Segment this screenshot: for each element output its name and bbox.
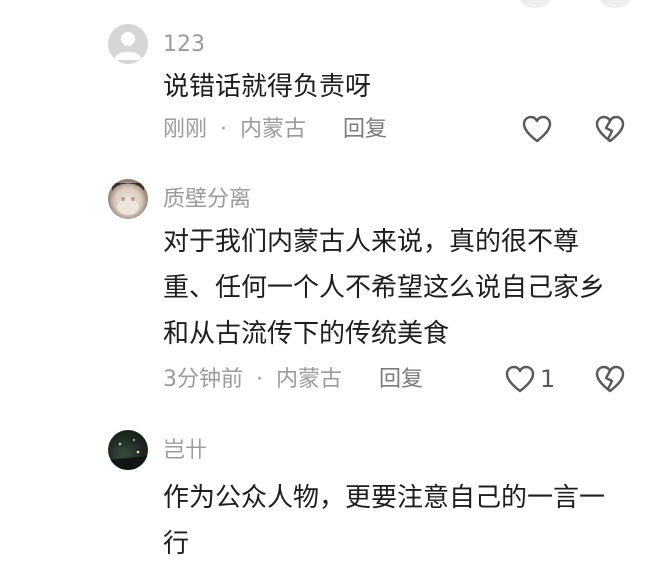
comment-text-line: 和从古流传下的传统美食: [163, 319, 450, 349]
comment-username[interactable]: 质壁分离: [163, 189, 251, 211]
comment-text-line: 行: [163, 529, 190, 559]
comment-text-line: 对于我们内蒙古人来说，真的很不尊: [163, 227, 580, 257]
broken-heart-icon: [595, 115, 625, 143]
user-avatar[interactable]: [108, 179, 148, 219]
dislike-button[interactable]: [594, 114, 626, 148]
cropped-icon-fragment: [518, 0, 552, 8]
like-button[interactable]: 1: [504, 364, 555, 394]
comment-text: 对于我们内蒙古人来说，真的很不尊 重、任何一个人不希望这么说自己家乡 和从古流传…: [163, 219, 605, 357]
comment-meta: 刚刚 · 内蒙古 回复: [163, 119, 387, 141]
comment-text-line: 说错话就得负责呀: [163, 72, 372, 102]
broken-heart-icon: [595, 365, 625, 393]
comment-meta: 3分钟前 · 内蒙古 回复: [163, 369, 423, 391]
comment-username[interactable]: 岂卄: [163, 440, 207, 462]
user-avatar[interactable]: [108, 430, 148, 470]
like-button[interactable]: [521, 114, 557, 144]
meta-separator: ·: [220, 117, 228, 142]
like-count: 1: [540, 365, 556, 393]
comment-text: 说错话就得负责呀: [163, 64, 371, 110]
meta-separator: ·: [256, 367, 263, 392]
comment-text-line: 作为公众人物，更要注意自己的一言一: [163, 483, 606, 513]
comment-location: 内蒙古: [240, 117, 307, 142]
heart-outline-icon: [522, 115, 552, 143]
comment-text-line: 重、任何一个人不希望这么说自己家乡: [163, 273, 606, 303]
comment-location: 内蒙古: [276, 367, 343, 392]
comment-time: 3分钟前: [163, 367, 243, 392]
heart-outline-icon: [505, 365, 535, 393]
dislike-button[interactable]: [594, 364, 626, 398]
reply-button[interactable]: 回复: [379, 367, 423, 392]
cropped-icon-fragment: [598, 0, 632, 8]
comment-username[interactable]: 123: [163, 34, 205, 56]
reply-button[interactable]: 回复: [343, 117, 387, 142]
default-user-avatar-icon[interactable]: [108, 24, 148, 64]
comment-text: 作为公众人物，更要注意自己的一言一 行: [163, 475, 605, 567]
comment-time: 刚刚: [163, 117, 208, 142]
